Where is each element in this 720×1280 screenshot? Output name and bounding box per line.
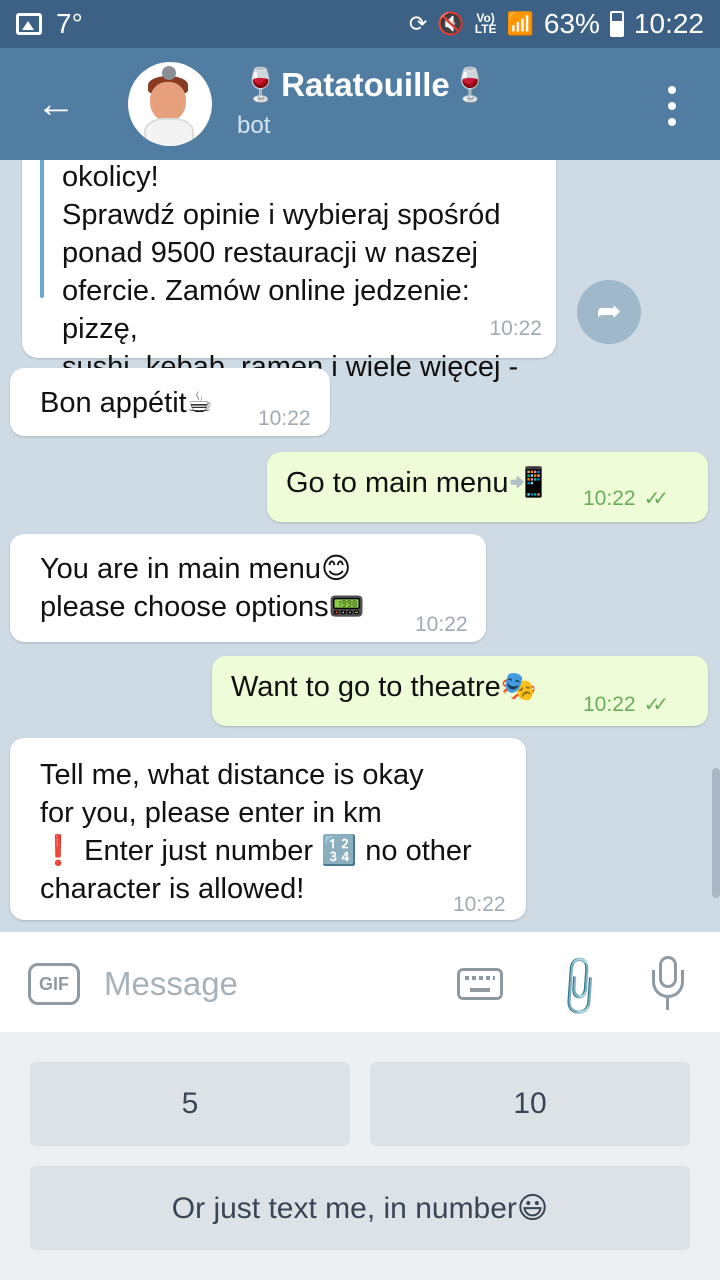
message-bubble-outgoing[interactable]: Want to go to theatre🎭 10:22 ✓✓: [212, 656, 708, 726]
status-bar: 7° ⟳ 🔇 Vo) LTE 📶 63% 10:22: [0, 0, 720, 48]
keyboard-button-text-number[interactable]: Or just text me, in number😃: [30, 1166, 690, 1250]
message-bubble[interactable]: You are in main menu😊 please choose opti…: [10, 534, 486, 642]
chat-title[interactable]: 🍷Ratatouille🍷: [240, 66, 491, 105]
message-time: 10:22: [453, 893, 506, 916]
message-text: Tell me, what distance is okay for you, …: [40, 759, 472, 905]
clock: 10:22: [633, 8, 704, 39]
message-time: 10:22: [258, 407, 311, 430]
message-time: 10:22: [489, 317, 542, 340]
message-text: Want to go to theatre🎭: [231, 671, 537, 703]
scrollbar[interactable]: [712, 768, 720, 898]
bot-keyboard: 5 10 Or just text me, in number😃: [0, 1032, 720, 1280]
message-time: 10:22: [583, 693, 636, 716]
message-time: 10:22: [583, 487, 636, 510]
message-text: Go to main menu📲: [286, 467, 545, 499]
temperature: 7°: [56, 8, 83, 39]
mute-icon: 🔇: [437, 11, 465, 36]
double-check-icon: ✓✓: [643, 488, 669, 510]
chat-header: ← 🍷Ratatouille🍷 bot: [0, 48, 720, 160]
message-bubble-outgoing[interactable]: Go to main menu📲 10:22 ✓✓: [267, 452, 708, 522]
message-bubble[interactable]: Tell me, what distance is okay for you, …: [10, 738, 526, 920]
message-text: You are in main menu😊 please choose opti…: [40, 553, 365, 623]
microphone-icon[interactable]: [650, 956, 686, 1012]
keyboard-button-5[interactable]: 5: [30, 1062, 350, 1146]
keyboard-icon[interactable]: [457, 968, 503, 1000]
message-time: 10:22: [415, 613, 468, 636]
wifi-icon: 📶: [506, 11, 534, 36]
gallery-icon: [16, 13, 42, 35]
chat-subtitle: bot: [237, 112, 271, 139]
battery-percent: 63%: [543, 8, 600, 39]
message-input[interactable]: [104, 960, 404, 1008]
avatar[interactable]: [128, 62, 212, 146]
message-bubble-link-preview[interactable]: restauracje i pizzerie w Twojej okolicy!…: [22, 160, 556, 421]
gif-button[interactable]: GIF: [28, 963, 80, 1005]
message-composer: GIF 📎: [0, 932, 720, 1032]
lte-indicator: Vo) LTE: [474, 11, 497, 36]
keyboard-button-10[interactable]: 10: [370, 1062, 690, 1146]
double-check-icon: ✓✓: [643, 694, 669, 716]
message-bubble[interactable]: Bon appétit☕ 10:22: [10, 368, 330, 436]
message-text: Bon appétit☕: [40, 387, 213, 419]
back-arrow-icon[interactable]: ←: [34, 84, 78, 124]
message-list[interactable]: restauracje i pizzerie w Twojej okolicy!…: [0, 160, 720, 932]
link-preview-bar: [40, 160, 44, 298]
share-arrow-icon[interactable]: ➦: [577, 280, 641, 344]
sync-icon: ⟳: [408, 11, 428, 36]
battery-icon: [609, 11, 624, 37]
paperclip-icon[interactable]: 📎: [542, 950, 614, 1021]
more-vertical-icon[interactable]: [660, 86, 684, 126]
